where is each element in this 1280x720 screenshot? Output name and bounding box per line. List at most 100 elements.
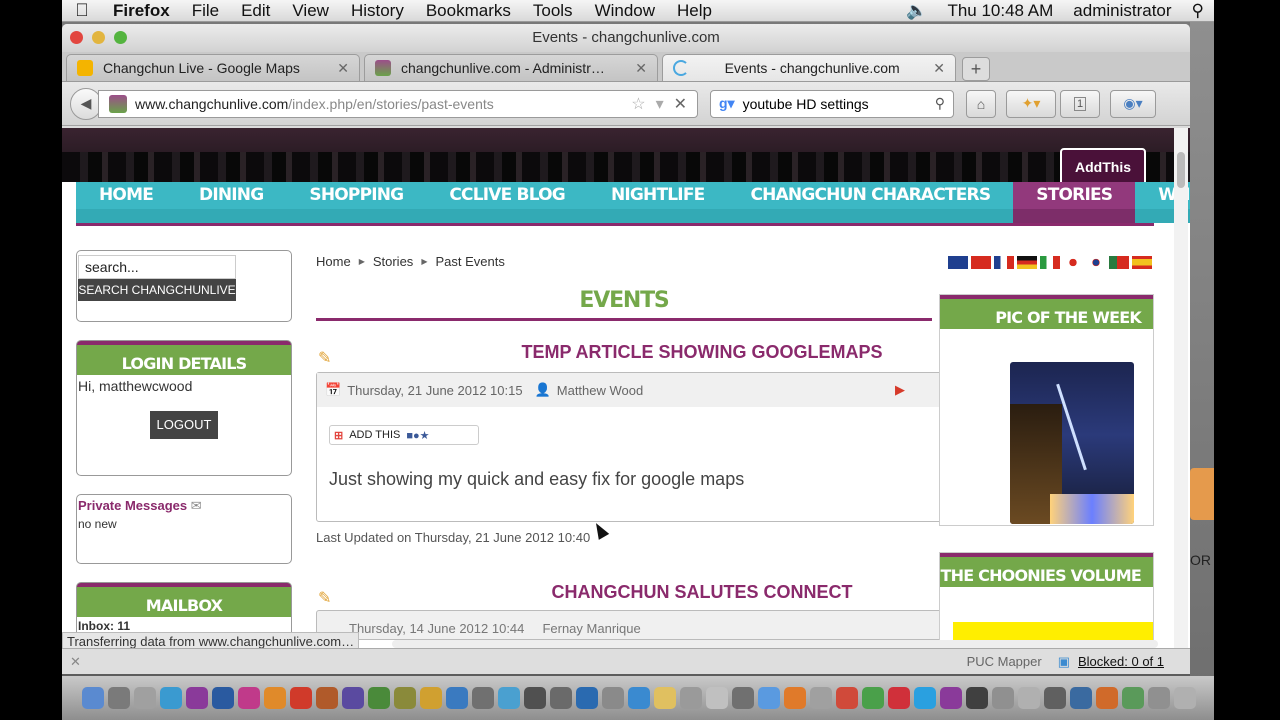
theme-button[interactable]: ◉▾ xyxy=(1110,89,1156,118)
illustrator-icon[interactable] xyxy=(264,687,286,709)
search-bar[interactable]: g▾ youtube HD settings ⚲ xyxy=(710,89,954,118)
url-dropdown-icon[interactable]: ▾ xyxy=(656,94,664,114)
close-window-button[interactable] xyxy=(70,31,83,44)
close-tab-icon[interactable]: ✕ xyxy=(933,60,945,77)
safari-icon[interactable] xyxy=(160,687,182,709)
site-identity-icon[interactable] xyxy=(109,94,127,113)
url-bar[interactable]: www.changchunlive.com /index.php/en/stor… xyxy=(98,89,698,118)
app-icon[interactable] xyxy=(550,687,572,709)
volume-icon[interactable]: 🔈 xyxy=(896,1,937,21)
blocked-count[interactable]: Blocked: 0 of 1 xyxy=(1078,654,1164,669)
logout-button[interactable]: LOGOUT xyxy=(150,411,218,439)
minimize-window-button[interactable] xyxy=(92,31,105,44)
addthis-share-button[interactable]: ⊞ ADD THIS ■●★ xyxy=(329,425,479,445)
private-messages-link[interactable]: Private Messages xyxy=(78,498,187,513)
stop-icon[interactable]: ✕ xyxy=(674,94,687,114)
printer-icon[interactable] xyxy=(992,687,1014,709)
globe-icon[interactable] xyxy=(576,687,598,709)
skype-icon[interactable] xyxy=(914,687,936,709)
article-title[interactable]: CHANGCHUN SALUTES CONNECT xyxy=(442,582,962,603)
flag-china-icon[interactable] xyxy=(971,256,991,269)
scroll-thumb[interactable] xyxy=(1177,152,1185,188)
article-title[interactable]: TEMP ARTICLE SHOWING GOOGLEMAPS xyxy=(442,342,962,363)
edit-article-icon[interactable]: ✎ xyxy=(318,588,336,607)
app-icon[interactable] xyxy=(758,687,780,709)
tab-administration[interactable]: changchunlive.com - Administr… ✕ xyxy=(364,54,658,81)
search-site-button[interactable]: SEARCH CHANGCHUNLIVE xyxy=(78,279,236,301)
flag-portugal-icon[interactable] xyxy=(1109,256,1129,269)
site-search-input[interactable]: search... xyxy=(78,255,236,279)
app-icon[interactable] xyxy=(1044,687,1066,709)
flag-germany-icon[interactable] xyxy=(1017,256,1037,269)
flag-uk-icon[interactable] xyxy=(948,256,968,269)
mission-control-icon[interactable] xyxy=(134,687,156,709)
photoshop-icon[interactable] xyxy=(212,687,234,709)
app-icon[interactable] xyxy=(654,687,676,709)
adblock-icon[interactable]: ▣ xyxy=(1058,654,1070,670)
nav-changchun-characters[interactable]: CHANGCHUN CHARACTERS xyxy=(727,182,1014,223)
finder-icon[interactable] xyxy=(82,687,104,709)
zoom-window-button[interactable] xyxy=(114,31,127,44)
edit-article-icon[interactable]: ✎ xyxy=(318,348,336,367)
new-tab-button[interactable]: + xyxy=(962,57,990,81)
pdf-icon[interactable]: ▶ xyxy=(895,382,905,398)
premiere-icon[interactable] xyxy=(186,687,208,709)
home-button[interactable]: ⌂ xyxy=(966,89,996,118)
tab-google-maps[interactable]: Changchun Live - Google Maps ✕ xyxy=(66,54,360,81)
addthis-button[interactable]: AddThis xyxy=(1060,148,1146,186)
vertical-scrollbar[interactable] xyxy=(1174,128,1188,656)
app-icon[interactable] xyxy=(862,687,884,709)
clapper-icon[interactable] xyxy=(524,687,546,709)
system-preferences-icon[interactable] xyxy=(732,687,754,709)
menu-help[interactable]: Help xyxy=(666,1,723,21)
search-icon[interactable]: ⚲ xyxy=(935,95,945,112)
breadcrumb-stories[interactable]: Stories xyxy=(373,254,413,269)
firefox-icon[interactable] xyxy=(784,687,806,709)
after-effects-icon[interactable] xyxy=(342,687,364,709)
extension-button[interactable]: ✦▾ xyxy=(1006,89,1056,118)
dreamweaver-icon[interactable] xyxy=(368,687,390,709)
flag-japan-icon[interactable] xyxy=(1063,256,1083,269)
app-icon[interactable] xyxy=(888,687,910,709)
itunes-icon[interactable] xyxy=(628,687,650,709)
spotlight-search-icon[interactable]: ⚲ xyxy=(1182,1,1214,21)
close-tab-icon[interactable]: ✕ xyxy=(635,60,647,77)
preview-icon[interactable] xyxy=(680,687,702,709)
flag-france-icon[interactable] xyxy=(994,256,1014,269)
nav-home[interactable]: HOME xyxy=(76,182,177,223)
app-icon[interactable] xyxy=(498,687,520,709)
app-menu[interactable]: Firefox xyxy=(102,1,181,21)
menu-bookmarks[interactable]: Bookmarks xyxy=(415,1,522,21)
user-menu[interactable]: administrator xyxy=(1063,1,1181,21)
trash-icon[interactable] xyxy=(1174,687,1196,709)
nav-shopping[interactable]: SHOPPING xyxy=(286,182,427,223)
app-icon[interactable] xyxy=(1018,687,1040,709)
menu-view[interactable]: View xyxy=(281,1,340,21)
utility-icon[interactable] xyxy=(472,687,494,709)
app-icon[interactable] xyxy=(1070,687,1092,709)
close-addon-bar-icon[interactable]: ✕ xyxy=(70,654,81,670)
flag-italy-icon[interactable] xyxy=(1040,256,1060,269)
flag-korea-icon[interactable] xyxy=(1086,256,1106,269)
menu-window[interactable]: Window xyxy=(584,1,666,21)
clock[interactable]: Thu 10:48 AM xyxy=(937,1,1063,21)
downloads-icon[interactable] xyxy=(1148,687,1170,709)
app-icon[interactable] xyxy=(706,687,728,709)
app-icon[interactable] xyxy=(446,687,468,709)
menu-history[interactable]: History xyxy=(340,1,415,21)
app-icon[interactable] xyxy=(602,687,624,709)
menu-file[interactable]: File xyxy=(181,1,230,21)
desktop-drive-icon[interactable] xyxy=(1190,468,1214,520)
menu-tools[interactable]: Tools xyxy=(522,1,584,21)
nav-stories[interactable]: STORIES xyxy=(1013,182,1136,223)
puc-mapper-label[interactable]: PUC Mapper xyxy=(967,654,1042,669)
flash-icon[interactable] xyxy=(290,687,312,709)
nav-cclive-blog[interactable]: CCLIVE BLOG xyxy=(426,182,588,223)
launchpad-icon[interactable] xyxy=(108,687,130,709)
app-icon[interactable] xyxy=(940,687,962,709)
app-icon[interactable] xyxy=(1122,687,1144,709)
app-icon[interactable] xyxy=(966,687,988,709)
bookmark-star-icon[interactable]: ☆ xyxy=(631,94,645,114)
app-icon[interactable] xyxy=(836,687,858,709)
notification-button[interactable]: 1 xyxy=(1060,89,1100,118)
